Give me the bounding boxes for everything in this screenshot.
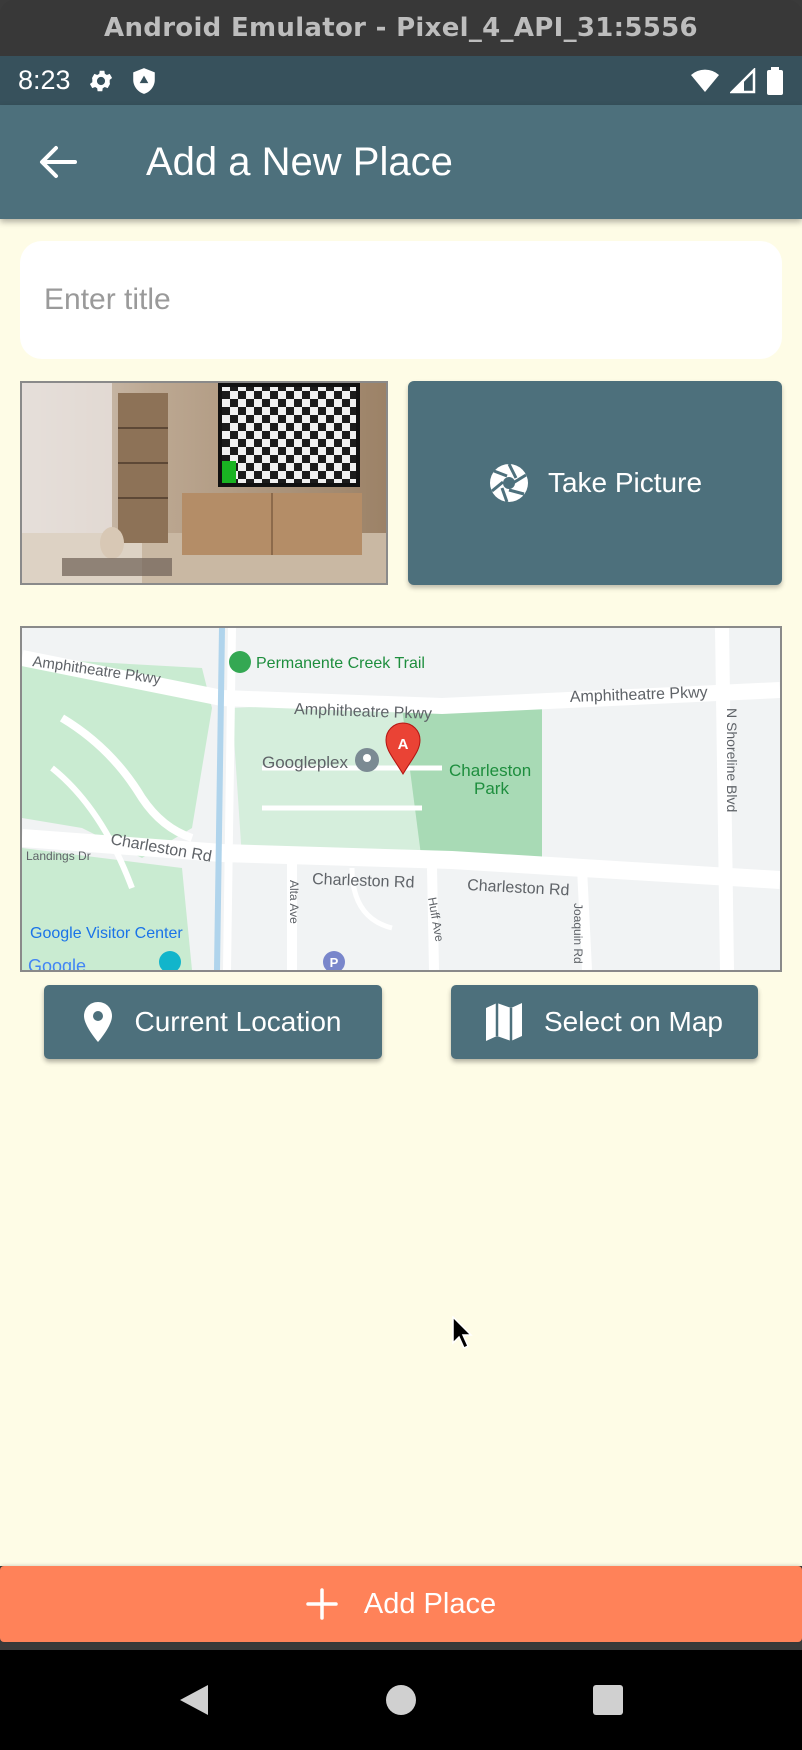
form-content: Take Picture Amphitheatre Pkwy <box>0 219 802 1566</box>
shield-icon <box>132 67 155 94</box>
map-label-charleston-park-1: Charleston <box>449 761 531 780</box>
system-nav-bar <box>0 1650 802 1750</box>
current-location-label: Current Location <box>134 1006 342 1037</box>
plus-icon <box>306 1588 338 1620</box>
add-place-label: Add Place <box>363 1587 497 1620</box>
triangle-back-icon <box>179 1685 208 1715</box>
take-picture-label: Take Picture <box>547 467 703 498</box>
map-label-joaquin: Joaquin Rd <box>571 903 585 964</box>
image-preview <box>20 381 388 585</box>
back-button[interactable] <box>28 132 88 192</box>
take-picture-button[interactable]: Take Picture <box>408 381 782 585</box>
arrow-back-icon <box>40 146 77 178</box>
room-photo-image <box>22 383 386 583</box>
page-title: Add a New Place <box>146 139 453 184</box>
wifi-icon <box>691 69 719 92</box>
nav-back-button[interactable] <box>154 1660 234 1740</box>
add-place-button[interactable]: Add Place <box>0 1566 802 1642</box>
status-time: 8:23 <box>18 65 71 95</box>
map-label-permanente: Permanente Creek Trail <box>256 655 425 672</box>
square-recents-icon <box>593 1685 624 1715</box>
mouse-cursor-icon <box>452 1316 473 1350</box>
circle-home-icon <box>385 1685 416 1715</box>
window-title: Android Emulator - Pixel_4_API_31:5556 <box>104 13 698 43</box>
map-icon <box>486 1003 522 1041</box>
window-titlebar: Android Emulator - Pixel_4_API_31:5556 <box>0 0 802 56</box>
nav-recents-button[interactable] <box>568 1660 648 1740</box>
nav-home-button[interactable] <box>361 1660 441 1740</box>
google-logo: Google <box>28 956 86 970</box>
select-on-map-label: Select on Map <box>544 1006 723 1037</box>
map-label-visitor-center: Google Visitor Center <box>30 925 183 942</box>
app-bar: Add a New Place <box>0 105 802 219</box>
map-label-googleplex: Googleplex <box>262 753 349 772</box>
map-label-charleston-rd-2: Charleston Rd <box>312 871 415 892</box>
map-preview: Amphitheatre Pkwy Amphitheatre Pkwy Amph… <box>20 626 782 972</box>
settings-gear-icon <box>89 70 112 91</box>
map-label-alta: Alta Ave <box>287 880 301 924</box>
map-parking-letter: P <box>330 955 339 970</box>
location-pin-icon <box>84 1002 113 1042</box>
title-input[interactable] <box>20 241 782 359</box>
camera-shutter-icon <box>489 463 528 503</box>
current-location-button[interactable]: Current Location <box>44 985 382 1059</box>
map-label-shoreline: N Shoreline Blvd <box>724 708 740 812</box>
map-image: Amphitheatre Pkwy Amphitheatre Pkwy Amph… <box>22 628 780 970</box>
map-label-landings: Landings Dr <box>26 849 91 863</box>
battery-icon <box>767 66 783 95</box>
map-marker-letter: A <box>398 736 409 753</box>
status-bar: 8:23 <box>0 56 802 105</box>
map-label-charleston-park-2: Park <box>474 779 509 798</box>
select-on-map-button[interactable]: Select on Map <box>451 985 758 1059</box>
cell-signal-icon <box>730 67 756 93</box>
